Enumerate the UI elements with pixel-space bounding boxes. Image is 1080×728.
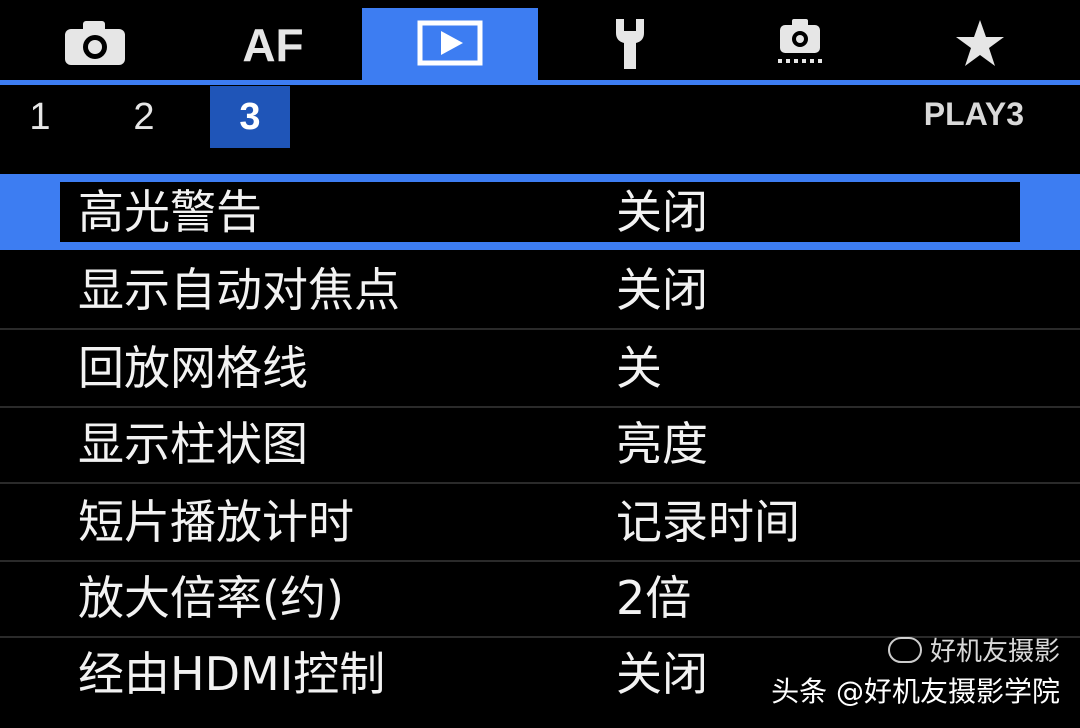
menu-item-label: 显示自动对焦点: [78, 263, 400, 317]
menu-item-label: 显示柱状图: [78, 417, 308, 471]
tab-af[interactable]: AF: [218, 8, 328, 82]
menu-item-value: 关闭: [616, 647, 708, 701]
menu-item-display-af-point[interactable]: 显示自动对焦点 关闭: [0, 252, 1080, 328]
menu-item-value: 关闭: [616, 185, 708, 239]
subtab-2[interactable]: 2: [116, 86, 172, 148]
playback-icon: [417, 20, 483, 70]
custom-function-camera-icon: [772, 15, 828, 75]
watermark-line1-text: 好机友摄影: [929, 637, 1060, 667]
menu-item-value: 记录时间: [616, 495, 800, 549]
wrench-icon: [608, 15, 652, 75]
menu-item-value: 亮度: [616, 417, 708, 471]
menu-item-label: 经由HDMI控制: [78, 647, 386, 701]
top-tab-bar: AF: [0, 0, 1080, 82]
menu-item-label: 回放网格线: [78, 341, 308, 395]
menu-item-histogram[interactable]: 显示柱状图 亮度: [0, 406, 1080, 482]
tab-setup[interactable]: [580, 8, 680, 82]
menu-item-value: 2倍: [616, 571, 692, 625]
menu-item-movie-play-count[interactable]: 短片播放计时 记录时间: [0, 484, 1080, 560]
subtab-1[interactable]: 1: [14, 86, 66, 148]
star-icon: [954, 18, 1006, 72]
tab-underline: [0, 80, 1080, 85]
menu-item-label: 放大倍率(约): [78, 571, 344, 625]
menu-item-value: 关: [616, 341, 662, 395]
menu-item-label: 高光警告: [78, 185, 262, 239]
menu-item-value: 关闭: [616, 263, 708, 317]
watermark: 好机友摄影 头条 @好机友摄影学院: [771, 631, 1060, 710]
page-id-label: PLAY3: [923, 96, 1024, 132]
tab-playback[interactable]: [362, 8, 538, 82]
tab-mymenu[interactable]: [930, 8, 1030, 82]
tab-af-label: AF: [242, 19, 304, 71]
menu-item-highlight-alert[interactable]: 高光警告 关闭: [0, 174, 1080, 250]
camera-icon: [63, 19, 127, 71]
subtab-3[interactable]: 3: [210, 86, 290, 148]
watermark-line2: 头条 @好机友摄影学院: [771, 675, 1060, 708]
watermark-line1: 好机友摄影: [887, 631, 1060, 668]
tab-custom[interactable]: [750, 8, 850, 82]
menu-item-magnification[interactable]: 放大倍率(约) 2倍: [0, 560, 1080, 636]
menu-item-label: 短片播放计时: [78, 495, 354, 549]
wechat-icon: [887, 636, 922, 663]
menu-item-playback-grid[interactable]: 回放网格线 关: [0, 330, 1080, 406]
tab-shooting[interactable]: [40, 8, 150, 82]
